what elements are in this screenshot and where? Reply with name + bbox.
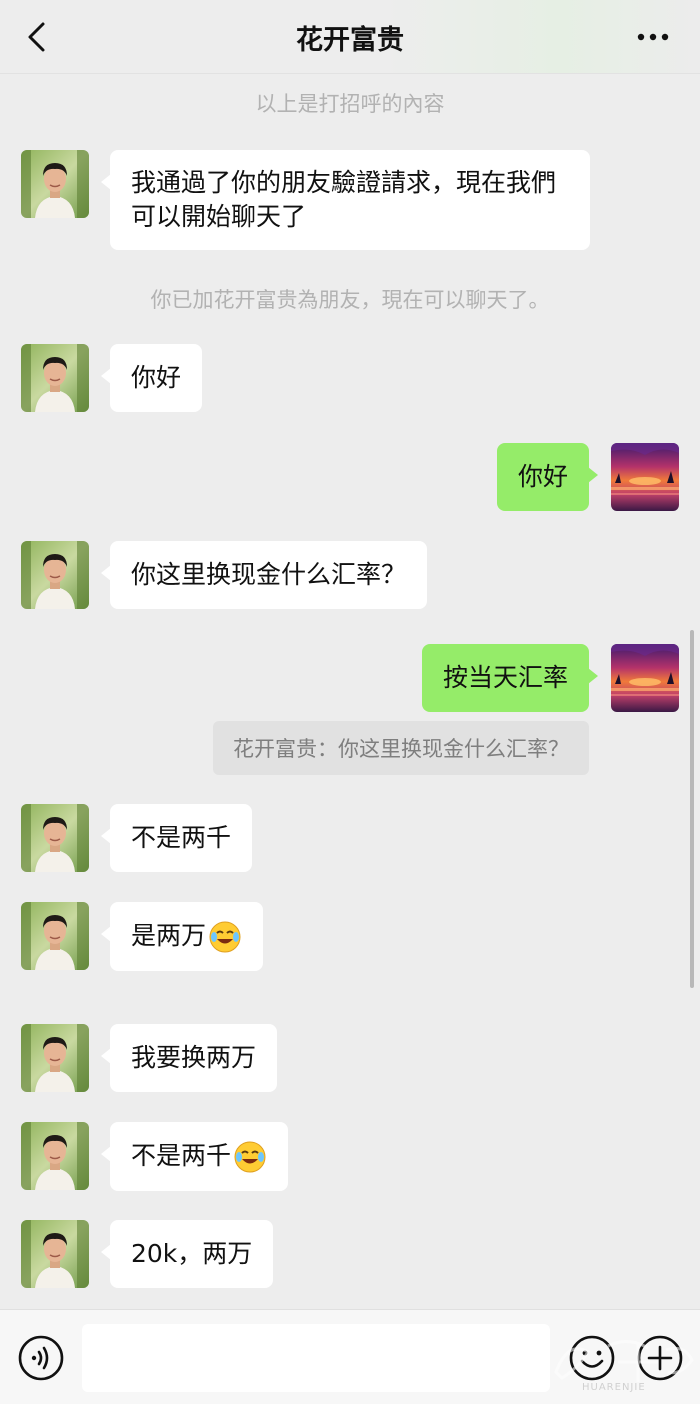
- more-dots-icon[interactable]: [636, 26, 670, 48]
- message-text: 20k，两万: [131, 1239, 253, 1268]
- system-note-greeting: 以上是打招呼的內容: [255, 92, 445, 116]
- message-bubble-incoming[interactable]: 不是两千: [100, 804, 253, 872]
- contact-avatar[interactable]: [21, 150, 89, 218]
- message-text: 不是两千: [131, 823, 232, 852]
- message-text: 我要换两万: [131, 1043, 257, 1072]
- my-avatar[interactable]: [611, 443, 679, 511]
- message-bubble-incoming[interactable]: 我通過了你的朋友驗證請求，現在我們可以開始聊天了: [101, 150, 590, 250]
- contact-avatar[interactable]: [21, 344, 89, 412]
- contact-avatar[interactable]: [21, 541, 89, 609]
- message-bubble-incoming[interactable]: 你好: [100, 344, 203, 412]
- message-text: 我通過了你的朋友驗證請求，現在我們可以開始聊天了: [131, 168, 557, 231]
- contact-avatar[interactable]: [21, 902, 89, 970]
- message-bubble-outgoing[interactable]: 你好: [496, 443, 599, 511]
- message-bubble-incoming[interactable]: 你这里换现金什么汇率？: [100, 541, 428, 609]
- chat-header: 花开富贵: [0, 0, 700, 74]
- chat-title: 花开富贵: [296, 25, 404, 56]
- message-bubble-incoming[interactable]: 我要换两万: [100, 1024, 278, 1092]
- message-bubble-incoming[interactable]: 是两万: [100, 902, 264, 971]
- quoted-message[interactable]: 花开富贵：你这里换现金什么汇率？: [213, 721, 589, 775]
- message-text: 不是两千: [131, 1141, 232, 1170]
- message-text: 你好: [517, 462, 568, 491]
- laughing-crying-emoji-icon: [233, 1140, 267, 1174]
- message-input[interactable]: [82, 1324, 550, 1392]
- system-note-friend-added: 你已加花开富贵為朋友，現在可以聊天了。: [150, 288, 550, 312]
- message-bubble-outgoing[interactable]: 按当天汇率: [421, 644, 599, 712]
- scrollbar[interactable]: [690, 630, 694, 988]
- contact-avatar[interactable]: [21, 1024, 89, 1092]
- message-text: 你这里换现金什么汇率？: [131, 560, 407, 589]
- my-avatar[interactable]: [611, 644, 679, 712]
- message-text: 你好: [131, 363, 182, 392]
- message-bubble-incoming[interactable]: 不是两千: [100, 1122, 289, 1191]
- contact-avatar[interactable]: [21, 804, 89, 872]
- chevron-left-icon[interactable]: [22, 20, 52, 54]
- message-text: 按当天汇率: [442, 663, 568, 692]
- voice-icon[interactable]: [17, 1334, 65, 1382]
- contact-avatar[interactable]: [21, 1122, 89, 1190]
- laughing-crying-emoji-icon: [208, 920, 242, 954]
- message-text: 是两万: [131, 921, 207, 950]
- contact-avatar[interactable]: [21, 1220, 89, 1288]
- message-bubble-incoming[interactable]: 20k，两万: [100, 1220, 274, 1288]
- watermark-text: HUARENJIE: [582, 1382, 646, 1393]
